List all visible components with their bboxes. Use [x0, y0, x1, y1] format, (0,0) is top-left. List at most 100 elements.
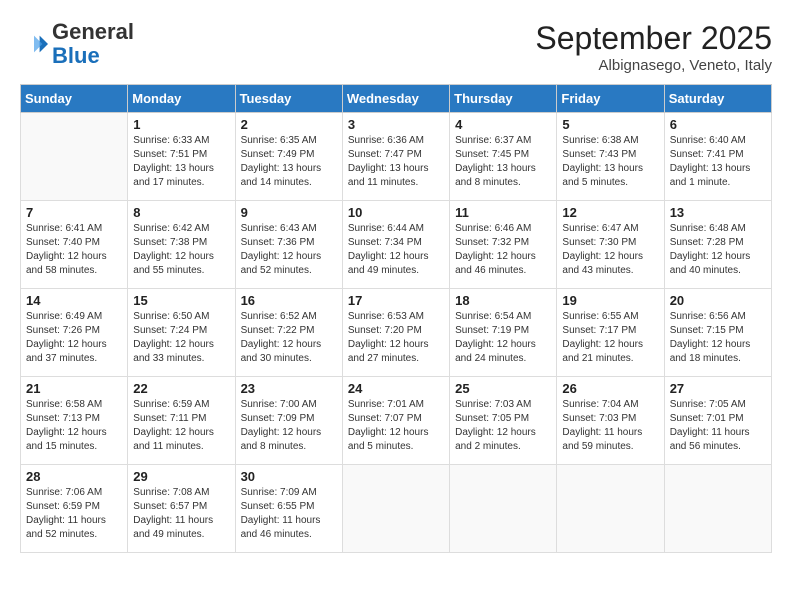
page-header: General Blue September 2025 Albignasego,… [20, 20, 772, 74]
day-number: 9 [241, 205, 337, 220]
month-title: September 2025 [535, 20, 772, 57]
day-number: 22 [133, 381, 229, 396]
day-number: 14 [26, 293, 122, 308]
day-number: 26 [562, 381, 658, 396]
day-info: Sunrise: 7:01 AMSunset: 7:07 PMDaylight:… [348, 398, 444, 454]
day-number: 4 [455, 117, 551, 132]
day-header: Wednesday [342, 85, 449, 113]
calendar-cell [664, 465, 771, 553]
day-header: Friday [557, 85, 664, 113]
day-number: 12 [562, 205, 658, 220]
calendar-cell: 3 Sunrise: 6:36 AMSunset: 7:47 PMDaylight… [342, 113, 449, 201]
calendar-cell: 17Sunrise: 6:53 AMSunset: 7:20 PMDayligh… [342, 289, 449, 377]
day-header: Thursday [450, 85, 557, 113]
day-number: 1 [133, 117, 229, 132]
calendar-cell: 7 Sunrise: 6:41 AMSunset: 7:40 PMDaylight… [21, 201, 128, 289]
day-number: 30 [241, 469, 337, 484]
day-info: Sunrise: 7:03 AMSunset: 7:05 PMDaylight:… [455, 398, 551, 454]
calendar-cell [450, 465, 557, 553]
calendar-cell [557, 465, 664, 553]
day-number: 3 [348, 117, 444, 132]
day-number: 20 [670, 293, 766, 308]
day-info: Sunrise: 6:55 AMSunset: 7:17 PMDaylight:… [562, 310, 658, 366]
calendar-table: SundayMondayTuesdayWednesdayThursdayFrid… [20, 84, 772, 553]
calendar-cell: 23 Sunrise: 7:00 AMSunset: 7:09 PMDayligh… [235, 377, 342, 465]
day-number: 7 [26, 205, 122, 220]
calendar-week-row: 14 Sunrise: 6:49 AMSunset: 7:26 PMDayligh… [21, 289, 772, 377]
day-info: Sunrise: 7:09 AMSunset: 6:55 PMDaylight:… [241, 486, 337, 542]
calendar-cell: 27 Sunrise: 7:05 AMSunset: 7:01 PMDayligh… [664, 377, 771, 465]
day-header: Saturday [664, 85, 771, 113]
day-number: 18 [455, 293, 551, 308]
calendar-cell: 24 Sunrise: 7:01 AMSunset: 7:07 PMDayligh… [342, 377, 449, 465]
day-number: 29 [133, 469, 229, 484]
day-number: 16 [241, 293, 337, 308]
logo-text: General Blue [52, 20, 134, 68]
day-number: 27 [670, 381, 766, 396]
day-number: 17 [348, 293, 444, 308]
calendar-cell [342, 465, 449, 553]
day-number: 21 [26, 381, 122, 396]
calendar-cell [21, 113, 128, 201]
day-info: Sunrise: 6:41 AMSunset: 7:40 PMDaylight:… [26, 222, 122, 278]
day-number: 10 [348, 205, 444, 220]
day-info: Sunrise: 6:33 AMSunset: 7:51 PMDaylight:… [133, 134, 229, 190]
day-number: 2 [241, 117, 337, 132]
day-info: Sunrise: 6:38 AMSunset: 7:43 PMDaylight:… [562, 134, 658, 190]
calendar-cell: 1 Sunrise: 6:33 AMSunset: 7:51 PMDaylight… [128, 113, 235, 201]
logo-icon [20, 30, 48, 58]
day-info: Sunrise: 6:35 AMSunset: 7:49 PMDaylight:… [241, 134, 337, 190]
calendar-week-row: 21 Sunrise: 6:58 AMSunset: 7:13 PMDayligh… [21, 377, 772, 465]
day-info: Sunrise: 7:00 AMSunset: 7:09 PMDaylight:… [241, 398, 337, 454]
calendar-cell: 18 Sunrise: 6:54 AMSunset: 7:19 PMDayligh… [450, 289, 557, 377]
day-number: 19 [562, 293, 658, 308]
day-header: Tuesday [235, 85, 342, 113]
calendar-cell: 4Sunrise: 6:37 AMSunset: 7:45 PMDaylight… [450, 113, 557, 201]
calendar-cell: 19 Sunrise: 6:55 AMSunset: 7:17 PMDayligh… [557, 289, 664, 377]
day-number: 24 [348, 381, 444, 396]
day-number: 28 [26, 469, 122, 484]
day-info: Sunrise: 6:36 AMSunset: 7:47 PMDaylight:… [348, 134, 444, 190]
calendar-cell: 14 Sunrise: 6:49 AMSunset: 7:26 PMDayligh… [21, 289, 128, 377]
calendar-cell: 2 Sunrise: 6:35 AMSunset: 7:49 PMDaylight… [235, 113, 342, 201]
calendar-cell: 12 Sunrise: 6:47 AMSunset: 7:30 PMDayligh… [557, 201, 664, 289]
day-info: Sunrise: 7:06 AMSunset: 6:59 PMDaylight:… [26, 486, 122, 542]
day-info: Sunrise: 6:47 AMSunset: 7:30 PMDaylight:… [562, 222, 658, 278]
calendar-cell: 13 Sunrise: 6:48 AMSunset: 7:28 PMDayligh… [664, 201, 771, 289]
day-info: Sunrise: 7:04 AMSunset: 7:03 PMDaylight:… [562, 398, 658, 454]
calendar-cell: 25Sunrise: 7:03 AMSunset: 7:05 PMDayligh… [450, 377, 557, 465]
title-block: September 2025 Albignasego, Veneto, Ital… [535, 20, 772, 74]
day-number: 23 [241, 381, 337, 396]
day-info: Sunrise: 6:48 AMSunset: 7:28 PMDaylight:… [670, 222, 766, 278]
calendar-week-row: 7 Sunrise: 6:41 AMSunset: 7:40 PMDaylight… [21, 201, 772, 289]
calendar-cell: 21 Sunrise: 6:58 AMSunset: 7:13 PMDayligh… [21, 377, 128, 465]
day-number: 6 [670, 117, 766, 132]
day-info: Sunrise: 6:40 AMSunset: 7:41 PMDaylight:… [670, 134, 766, 190]
day-info: Sunrise: 6:44 AMSunset: 7:34 PMDaylight:… [348, 222, 444, 278]
day-header: Sunday [21, 85, 128, 113]
calendar-cell: 30 Sunrise: 7:09 AMSunset: 6:55 PMDayligh… [235, 465, 342, 553]
day-info: Sunrise: 6:54 AMSunset: 7:19 PMDaylight:… [455, 310, 551, 366]
day-info: Sunrise: 6:50 AMSunset: 7:24 PMDaylight:… [133, 310, 229, 366]
calendar-body: 1 Sunrise: 6:33 AMSunset: 7:51 PMDaylight… [21, 113, 772, 553]
subtitle: Albignasego, Veneto, Italy [535, 57, 772, 74]
day-info: Sunrise: 6:58 AMSunset: 7:13 PMDaylight:… [26, 398, 122, 454]
calendar-cell: 5Sunrise: 6:38 AMSunset: 7:43 PMDaylight… [557, 113, 664, 201]
day-info: Sunrise: 6:43 AMSunset: 7:36 PMDaylight:… [241, 222, 337, 278]
day-info: Sunrise: 7:05 AMSunset: 7:01 PMDaylight:… [670, 398, 766, 454]
logo: General Blue [20, 20, 134, 68]
day-number: 13 [670, 205, 766, 220]
day-number: 15 [133, 293, 229, 308]
calendar-cell: 10 Sunrise: 6:44 AMSunset: 7:34 PMDayligh… [342, 201, 449, 289]
calendar-cell: 9 Sunrise: 6:43 AMSunset: 7:36 PMDaylight… [235, 201, 342, 289]
day-info: Sunrise: 6:42 AMSunset: 7:38 PMDaylight:… [133, 222, 229, 278]
day-info: Sunrise: 6:56 AMSunset: 7:15 PMDaylight:… [670, 310, 766, 366]
calendar-week-row: 1 Sunrise: 6:33 AMSunset: 7:51 PMDaylight… [21, 113, 772, 201]
day-header: Monday [128, 85, 235, 113]
calendar-cell: 16Sunrise: 6:52 AMSunset: 7:22 PMDayligh… [235, 289, 342, 377]
calendar-cell: 20 Sunrise: 6:56 AMSunset: 7:15 PMDayligh… [664, 289, 771, 377]
day-info: Sunrise: 7:08 AMSunset: 6:57 PMDaylight:… [133, 486, 229, 542]
day-info: Sunrise: 6:49 AMSunset: 7:26 PMDaylight:… [26, 310, 122, 366]
day-info: Sunrise: 6:46 AMSunset: 7:32 PMDaylight:… [455, 222, 551, 278]
calendar-cell: 26 Sunrise: 7:04 AMSunset: 7:03 PMDayligh… [557, 377, 664, 465]
